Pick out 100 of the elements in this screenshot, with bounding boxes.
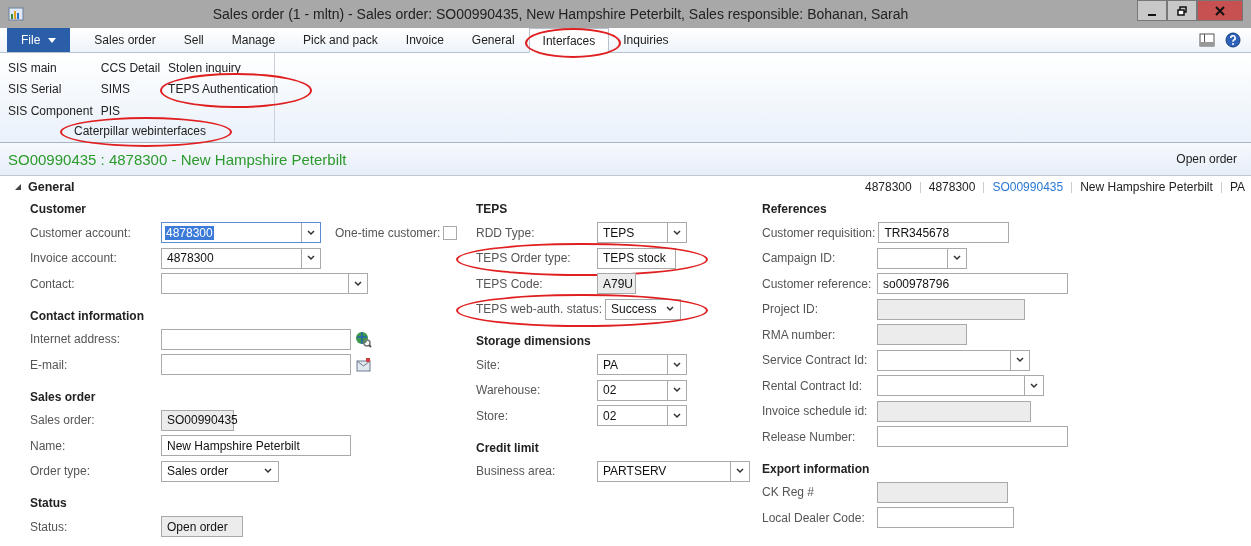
ribbon-button[interactable]: SIMS [98, 78, 133, 100]
section-heading: Contact information [30, 307, 145, 325]
close-icon [1215, 5, 1225, 16]
input-field[interactable] [877, 426, 1068, 448]
field-label: TEPS Order type: [476, 251, 572, 266]
dropdown-field[interactable] [161, 273, 368, 295]
close-button[interactable] [1197, 0, 1243, 21]
dropdown-field[interactable] [877, 349, 1030, 371]
dropdown-field[interactable]: Success [605, 298, 682, 320]
ribbon-button[interactable]: SIS Serial [6, 78, 64, 100]
restore-button[interactable] [1167, 0, 1197, 21]
dropdown-field[interactable]: Sales order [161, 460, 279, 482]
field-label: TEPS web-auth. status: [476, 302, 604, 317]
help-icon[interactable] [1225, 32, 1241, 48]
ribbon-tab[interactable]: Interfaces [528, 28, 610, 53]
field-label: Customer account: [30, 225, 132, 240]
caret-icon [48, 37, 57, 43]
field-label: Release Number: [762, 429, 857, 444]
input-field[interactable]: A79U [597, 273, 636, 295]
dropdown-field[interactable] [877, 375, 1044, 397]
section-heading: References [762, 201, 828, 218]
input-field[interactable] [161, 328, 351, 350]
ribbon-button[interactable]: TEPS Authentication [166, 78, 281, 100]
dropdown-field[interactable]: 02 [597, 405, 687, 427]
ribbon-tab[interactable]: Inquiries [609, 28, 683, 52]
input-field[interactable] [161, 354, 351, 376]
dropdown-field[interactable]: TEPS [597, 222, 687, 244]
minimize-button[interactable] [1137, 0, 1167, 21]
fasttab-header[interactable]: General [14, 180, 75, 194]
dropdown-field[interactable]: TEPS stock [597, 247, 676, 269]
field-label: E-mail: [30, 357, 69, 372]
field-label: Status: [30, 519, 69, 534]
input-field[interactable]: TRR345678 [878, 222, 1010, 244]
field-label: Campaign ID: [762, 251, 837, 266]
ribbon-button[interactable]: CCS Detail [98, 57, 163, 79]
ribbon-button[interactable]: SIS Component [6, 100, 95, 122]
input-field[interactable] [877, 324, 967, 346]
chevron-down-icon[interactable] [666, 306, 675, 313]
chevron-down-icon[interactable] [1030, 382, 1038, 389]
field-label: CK Reg # [762, 485, 816, 500]
input-field[interactable]: so00978796 [877, 273, 1068, 295]
globe-search-icon[interactable] [355, 330, 372, 348]
record-title: SO00990435 : 4878300 - New Hampshire Peterbilt [8, 150, 347, 168]
dropdown-field[interactable]: 02 [597, 379, 687, 401]
field-label: Order type: [30, 464, 92, 479]
dropdown-field[interactable]: PARTSERV [597, 460, 750, 482]
field-label: Sales order: [30, 413, 96, 428]
chevron-down-icon[interactable] [673, 412, 681, 419]
chevron-down-icon[interactable] [354, 280, 362, 287]
input-field[interactable] [877, 298, 1025, 320]
ribbon-tab[interactable]: Sell [169, 28, 218, 52]
window-title: Sales order (1 - mltn) - Sales order: SO00990435, New Hampshire Peterbilt, Sales responsible: Bohanan, Sarah [211, 6, 910, 22]
field-label: Store: [476, 408, 509, 423]
input-field[interactable]: New Hampshire Peterbilt [161, 435, 351, 457]
checkbox[interactable] [443, 225, 458, 240]
field-label: Project ID: [762, 302, 819, 317]
file-menu-button[interactable]: File [7, 28, 71, 52]
summary-link[interactable]: SO00990435 [992, 180, 1064, 194]
field-label: RMA number: [762, 327, 837, 342]
summary-value: 4878300 [865, 180, 912, 194]
chevron-down-icon[interactable] [736, 468, 744, 475]
ribbon-button[interactable]: Stolen inquiry [166, 57, 243, 79]
ribbon-button[interactable]: SIS main [6, 57, 59, 79]
ribbon-tab[interactable]: General [457, 28, 529, 52]
chevron-down-icon[interactable] [953, 255, 961, 262]
summary-value: PA [1229, 180, 1245, 194]
chevron-down-icon[interactable] [307, 255, 315, 262]
input-field[interactable]: Open order [161, 516, 243, 538]
field-label: Contact: [30, 276, 76, 291]
dropdown-field[interactable]: 4878300 [161, 247, 321, 269]
section-heading: Export information [762, 460, 871, 478]
app-icon [8, 6, 24, 22]
dropdown-field[interactable]: 4878300 [161, 222, 321, 244]
dropdown-field[interactable]: PA [597, 354, 687, 376]
chevron-down-icon[interactable] [673, 229, 681, 236]
summary-value: New Hampshire Peterbilt [1080, 180, 1213, 194]
ribbon-tab[interactable]: Invoice [391, 28, 458, 52]
field-label: RDD Type: [476, 225, 536, 240]
envelope-icon[interactable] [355, 356, 372, 374]
dropdown-field[interactable] [877, 247, 967, 269]
input-field[interactable] [877, 400, 1031, 422]
section-heading: Status [30, 495, 68, 512]
chevron-down-icon[interactable] [264, 468, 272, 475]
ribbon-tab[interactable]: Pick and pack [289, 28, 392, 52]
chevron-down-icon[interactable] [307, 229, 315, 236]
input-field[interactable] [877, 507, 1014, 529]
ribbon-button[interactable]: PIS [98, 100, 123, 122]
input-field[interactable] [877, 481, 1008, 503]
section-heading: TEPS [476, 201, 509, 218]
restore-icon [1177, 5, 1187, 16]
ribbon-tab[interactable]: Sales order [80, 28, 170, 52]
ribbon-tab[interactable]: Manage [217, 28, 290, 52]
field-label: Customer reference: [762, 276, 873, 291]
chevron-down-icon[interactable] [1016, 357, 1024, 364]
field-label: Local Dealer Code: [762, 510, 866, 525]
field-label: Site: [476, 357, 501, 372]
chevron-down-icon[interactable] [673, 387, 681, 394]
panel-icon[interactable] [1199, 33, 1215, 47]
field-label: Rental Contract Id: [762, 378, 864, 393]
chevron-down-icon[interactable] [673, 361, 681, 368]
